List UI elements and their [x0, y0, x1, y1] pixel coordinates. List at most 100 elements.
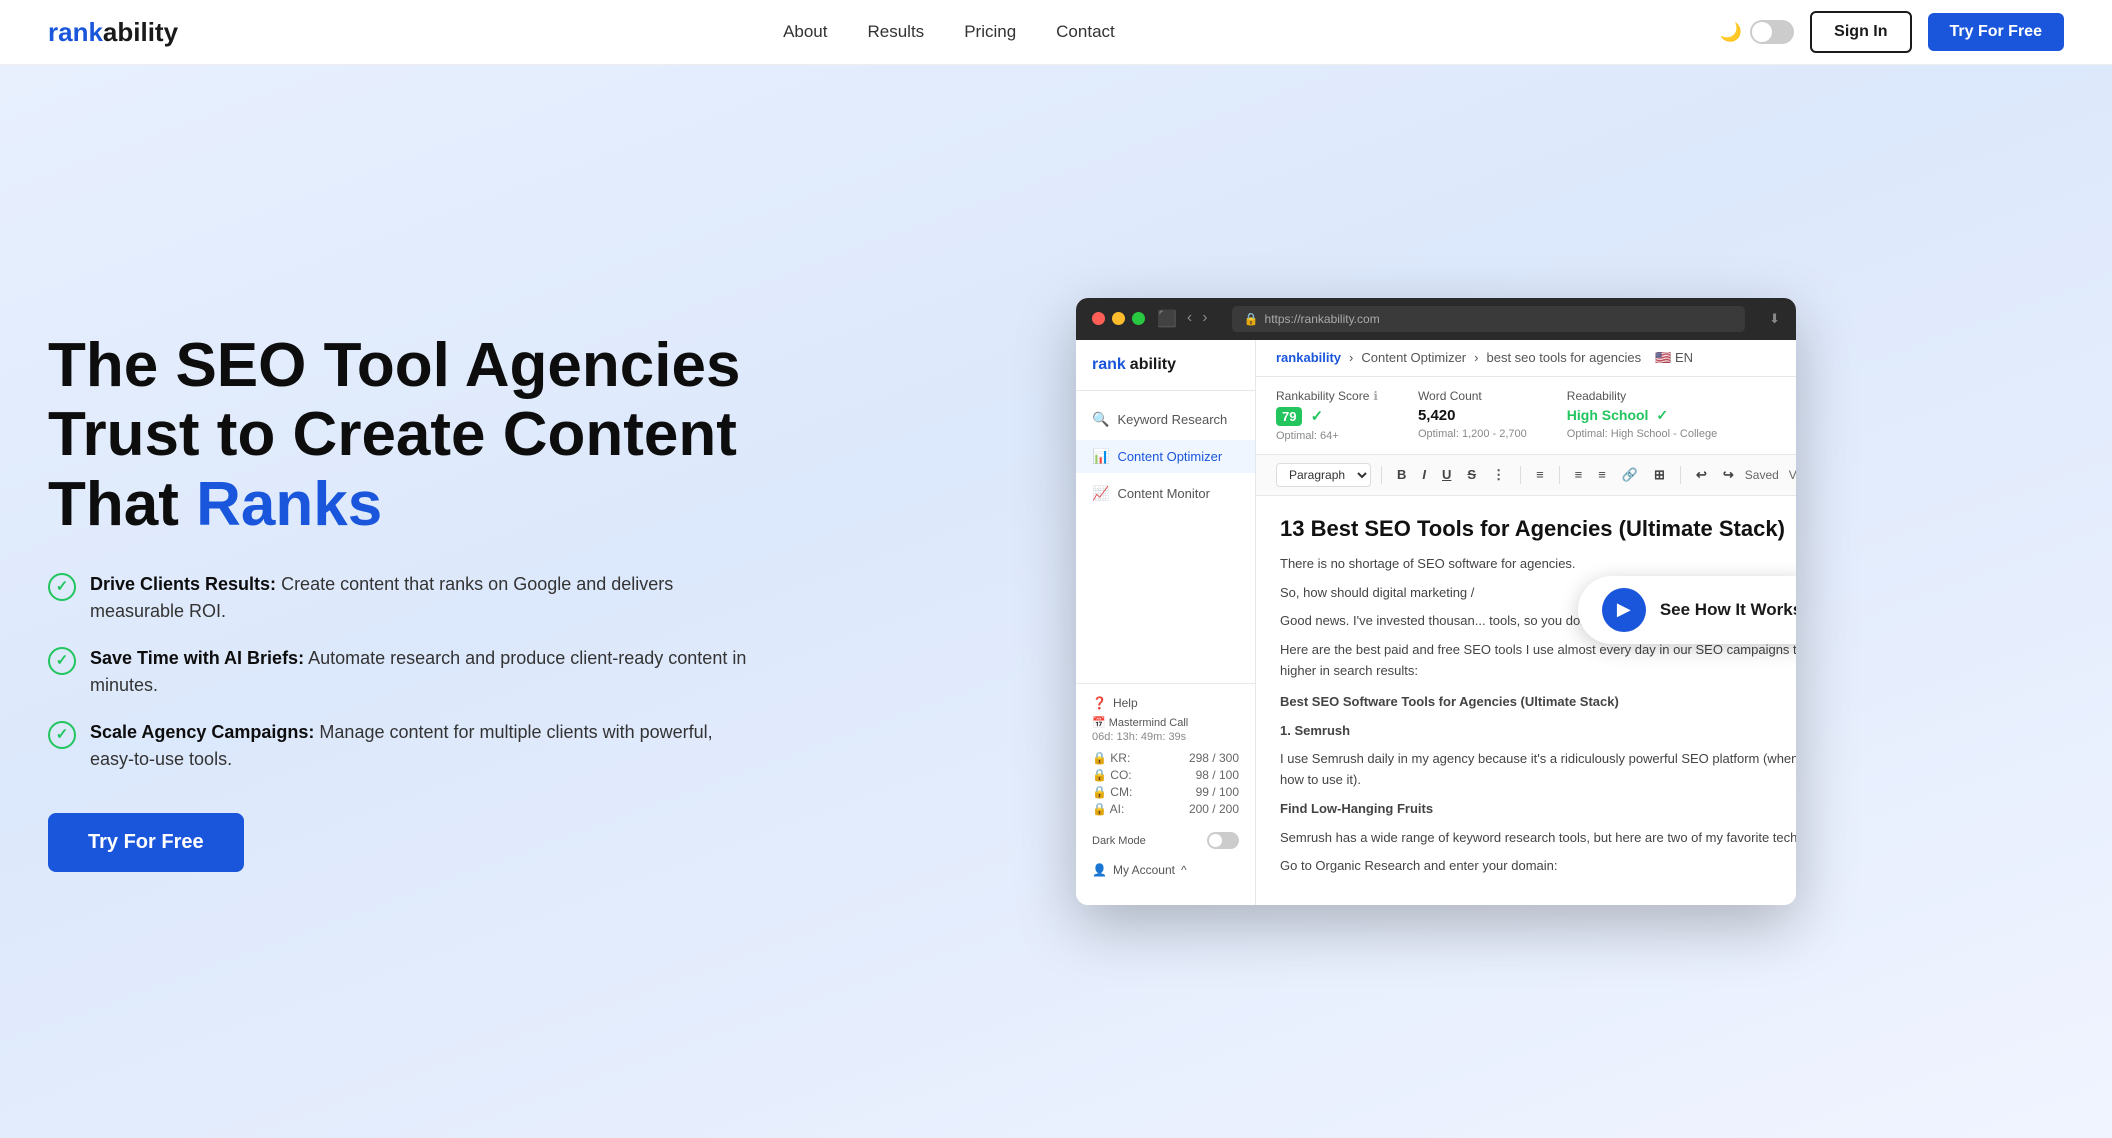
article-p1: There is no shortage of SEO software for… — [1280, 554, 1796, 575]
stat-cm-value: 99 / 100 — [1196, 785, 1239, 799]
my-account[interactable]: 👤 My Account ^ — [1092, 855, 1239, 877]
toggle-switch[interactable] — [1750, 20, 1794, 44]
nav-links: About Results Pricing Contact — [783, 22, 1115, 42]
see-how-label: See How It Works — [1660, 600, 1796, 620]
hero-left: The SEO Tool Agencies Trust to Create Co… — [48, 331, 748, 872]
italic-button[interactable]: I — [1417, 464, 1431, 485]
article-low-p: Semrush has a wide range of keyword rese… — [1280, 828, 1796, 849]
dot-red — [1092, 312, 1105, 325]
nav-back-icon: ⬛ — [1157, 309, 1177, 329]
article-area: 13 Best SEO Tools for Agencies (Ultimate… — [1256, 496, 1796, 906]
main-area: rankability › Content Optimizer › best s… — [1256, 340, 1796, 906]
paragraph-select[interactable]: Paragraph — [1276, 463, 1371, 487]
score-bar: Rankability Score ℹ 79 ✓ Optimal: 64+ — [1256, 377, 1796, 455]
breadcrumb-app: rankability — [1276, 350, 1341, 365]
toggle-knob — [1752, 22, 1772, 42]
monitor-icon: 📈 — [1092, 485, 1109, 502]
dark-mode-row: Dark Mode — [1092, 826, 1239, 855]
stat-cm: 🔒 CM: 99 / 100 — [1092, 785, 1239, 799]
list-button[interactable]: ≡ — [1570, 464, 1588, 485]
link-button[interactable]: 🔗 — [1617, 464, 1643, 486]
more-format-button[interactable]: ⋮ — [1487, 464, 1510, 486]
readability-value: High School ✓ — [1567, 407, 1668, 423]
score-badge: 79 — [1276, 407, 1302, 426]
readability-score: Readability High School ✓ Optimal: High … — [1567, 389, 1717, 442]
sidebar-logo-ability: ability — [1130, 356, 1176, 374]
stat-kr-value: 298 / 300 — [1189, 751, 1239, 765]
logo-ability: ability — [103, 17, 178, 47]
word-count-score: Word Count 5,420 Optimal: 1,200 - 2,700 — [1418, 389, 1527, 442]
undo-button[interactable]: ↩ — [1691, 464, 1712, 486]
readability-optimal: Optimal: High School - College — [1567, 428, 1717, 440]
try-free-hero-button[interactable]: Try For Free — [48, 813, 244, 872]
check-icon-1 — [48, 573, 76, 601]
align-button[interactable]: ≡ — [1531, 464, 1549, 485]
sidebar-bottom: ❓ Help 📅 Mastermind Call 06d: 13h: 49m: … — [1076, 683, 1255, 889]
play-button[interactable]: ▶ — [1602, 588, 1646, 632]
article-go-p: Go to Organic Research and enter your do… — [1280, 856, 1796, 877]
nav-forward-icon: ‹ — [1187, 309, 1192, 329]
toolbar-sep-1 — [1381, 466, 1382, 484]
stat-ai: 🔒 AI: 200 / 200 — [1092, 802, 1239, 816]
dark-mode-toggle[interactable]: 🌙 — [1720, 20, 1794, 44]
help-icon: ❓ — [1092, 696, 1107, 710]
hero-features: Drive Clients Results: Create content th… — [48, 571, 748, 773]
redo-button[interactable]: ↪ — [1718, 464, 1739, 486]
underline-button[interactable]: U — [1437, 464, 1456, 485]
stat-cm-label: 🔒 CM: — [1092, 785, 1132, 799]
article-semrush-p: I use Semrush daily in my agency because… — [1280, 749, 1796, 791]
article-semrush-h: 1. Semrush — [1280, 721, 1796, 742]
version-label: Version — [1789, 468, 1796, 482]
video-overlay[interactable]: ▶ See How It Works — [1578, 576, 1796, 644]
logo-rank: rank — [48, 17, 103, 47]
account-icon: 👤 — [1092, 863, 1107, 877]
try-free-nav-button[interactable]: Try For Free — [1928, 13, 2064, 51]
app-content: rankability 🔍 Keyword Research 📊 Content… — [1076, 340, 1796, 906]
breadcrumb-keyword: best seo tools for agencies — [1486, 350, 1641, 365]
moon-icon: 🌙 — [1720, 22, 1742, 43]
bold-button[interactable]: B — [1392, 464, 1411, 485]
hero-section: The SEO Tool Agencies Trust to Create Co… — [0, 65, 2112, 1138]
calendar-icon: 📅 — [1092, 717, 1106, 729]
info-icon: ℹ — [1373, 389, 1378, 403]
sidebar-stats: 🔒 KR: 298 / 300 🔒 CO: 98 / 100 🔒 CM: 99 … — [1092, 751, 1239, 816]
editor-toolbar: Paragraph B I U S ⋮ ≡ ≡ ≡ 🔗 — [1256, 455, 1796, 496]
sidebar-item-content-monitor[interactable]: 📈 Content Monitor — [1076, 477, 1255, 510]
search-icon: 🔍 — [1092, 411, 1109, 428]
rankability-optimal: Optimal: 64+ — [1276, 430, 1378, 442]
mastermind-timer: 06d: 13h: 49m: 39s — [1092, 731, 1239, 743]
toolbar-sep-2 — [1520, 466, 1521, 484]
saved-label: Saved — [1745, 468, 1779, 482]
sidebar-item-content-optimizer[interactable]: 📊 Content Optimizer — [1076, 440, 1255, 473]
sidebar-item-keyword-research[interactable]: 🔍 Keyword Research — [1076, 403, 1255, 436]
chart-icon: 📊 — [1092, 448, 1109, 465]
sidebar-logo: rankability — [1076, 356, 1255, 391]
dot-green — [1132, 312, 1145, 325]
help-item[interactable]: ❓ Help — [1092, 696, 1239, 710]
nav-results[interactable]: Results — [868, 22, 925, 42]
navbar: rankability About Results Pricing Contac… — [0, 0, 2112, 65]
ordered-list-button[interactable]: ≡ — [1593, 464, 1611, 485]
feature-item-2: Save Time with AI Briefs: Automate resea… — [48, 645, 748, 699]
small-toggle-knob — [1209, 834, 1222, 847]
rankability-score: Rankability Score ℹ 79 ✓ Optimal: 64+ — [1276, 389, 1378, 442]
stat-co-value: 98 / 100 — [1196, 768, 1239, 782]
breadcrumb-sep1: › — [1349, 350, 1353, 365]
chevron-up-icon: ^ — [1181, 863, 1187, 877]
nav-contact[interactable]: Contact — [1056, 22, 1115, 42]
app-sidebar: rankability 🔍 Keyword Research 📊 Content… — [1076, 340, 1256, 906]
strikethrough-button[interactable]: S — [1462, 464, 1481, 485]
signin-button[interactable]: Sign In — [1810, 11, 1911, 53]
check-mark: ✓ — [1311, 408, 1324, 425]
logo: rankability — [48, 17, 178, 48]
table-button[interactable]: ⊞ — [1649, 464, 1670, 486]
dark-mode-toggle-sidebar[interactable] — [1207, 832, 1239, 849]
browser-nav-icons: ⬛ ‹ › — [1157, 309, 1208, 329]
stat-co: 🔒 CO: 98 / 100 — [1092, 768, 1239, 782]
nav-about[interactable]: About — [783, 22, 827, 42]
stat-ai-value: 200 / 200 — [1189, 802, 1239, 816]
mastermind-label: 📅 Mastermind Call — [1092, 716, 1239, 729]
breadcrumb-section: Content Optimizer — [1361, 350, 1466, 365]
nav-pricing[interactable]: Pricing — [964, 22, 1016, 42]
stat-ai-label: 🔒 AI: — [1092, 802, 1124, 816]
